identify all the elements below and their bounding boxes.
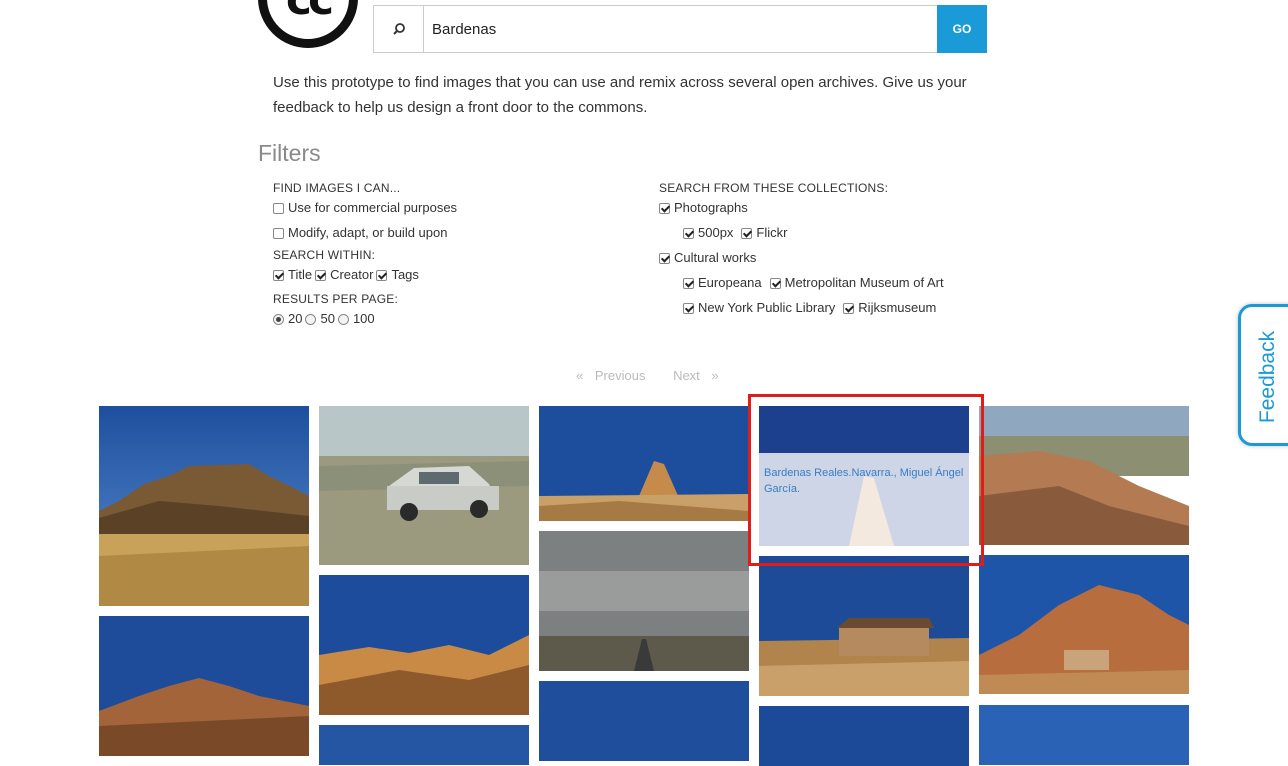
radio-100[interactable]: [337, 314, 349, 325]
creator-label: Creator: [330, 267, 374, 282]
result-image[interactable]: [539, 531, 749, 671]
photographs-label: Photographs: [674, 200, 748, 215]
result-image[interactable]: [319, 406, 529, 565]
radio-50[interactable]: [305, 314, 317, 325]
image-title-link[interactable]: Bardenas Reales.Navarra., Miguel Ángel G…: [764, 465, 964, 497]
previous-link[interactable]: Previous: [595, 368, 646, 383]
result-image-hovered[interactable]: Bardenas Reales.Navarra., Miguel Ángel G…: [759, 406, 969, 546]
go-button[interactable]: GO: [937, 5, 987, 53]
results-per-page-options: 20 50 100: [273, 311, 460, 336]
search-within-options: Title Creator Tags: [273, 267, 460, 291]
flickr-label: Flickr: [756, 225, 788, 240]
europeana-checkbox[interactable]: [683, 278, 694, 289]
search-bar: GO: [373, 5, 987, 53]
photographs-checkbox[interactable]: [659, 203, 670, 214]
collections-label: SEARCH FROM THESE COLLECTIONS:: [659, 181, 889, 195]
result-image[interactable]: [759, 706, 969, 766]
cc-logo[interactable]: cc: [258, 0, 358, 48]
title-checkbox[interactable]: [273, 270, 284, 281]
nypl-checkbox[interactable]: [683, 303, 694, 314]
nypl-label: New York Public Library: [698, 300, 836, 315]
creator-checkbox[interactable]: [315, 270, 327, 281]
radio-20-label: 20: [288, 311, 303, 326]
500px-label: 500px: [698, 225, 734, 240]
result-image[interactable]: [99, 406, 309, 606]
next-link[interactable]: Next: [673, 368, 700, 383]
image-info-overlay: Bardenas Reales.Navarra., Miguel Ángel G…: [759, 453, 969, 546]
result-image[interactable]: [979, 406, 1189, 545]
filter-photographs[interactable]: Photographs: [659, 200, 947, 225]
radio-50-label: 50: [320, 311, 335, 326]
filter-cultural-works[interactable]: Cultural works: [659, 250, 947, 275]
pagination: « Previous Next »: [576, 368, 719, 383]
500px-checkbox[interactable]: [683, 228, 694, 239]
commercial-checkbox[interactable]: [273, 203, 284, 214]
flickr-checkbox[interactable]: [741, 228, 753, 239]
filters-heading: Filters: [258, 140, 321, 166]
rijksmuseum-checkbox[interactable]: [843, 303, 855, 314]
met-museum-checkbox[interactable]: [769, 278, 781, 289]
cultural-sources-2: New York Public Library Rijksmuseum: [659, 300, 947, 325]
result-image[interactable]: [979, 705, 1189, 765]
search-icon[interactable]: [374, 6, 424, 52]
radio-100-label: 100: [352, 311, 375, 326]
photo-sources: 500px Flickr: [659, 225, 947, 250]
commercial-label: Use for commercial purposes: [288, 200, 458, 215]
filters-right-column: SEARCH FROM THESE COLLECTIONS: Photograp…: [659, 180, 947, 325]
result-image[interactable]: [979, 555, 1189, 694]
tags-checkbox[interactable]: [376, 270, 388, 281]
search-input[interactable]: [424, 6, 937, 52]
cultural-sources-1: Europeana Metropolitan Museum of Art: [659, 275, 947, 300]
result-image[interactable]: [99, 616, 309, 756]
feedback-tab[interactable]: Feedback: [1238, 304, 1288, 446]
prev-arrow: «: [576, 368, 584, 383]
title-label: Title: [288, 267, 313, 282]
result-image[interactable]: [319, 725, 529, 765]
logo-text: cc: [267, 0, 349, 25]
cultural-works-label: Cultural works: [674, 250, 757, 265]
results-per-page-label: RESULTS PER PAGE:: [273, 292, 398, 306]
modify-label: Modify, adapt, or build upon: [288, 225, 448, 240]
search-within-label: SEARCH WITHIN:: [273, 248, 376, 262]
result-image[interactable]: [539, 406, 749, 521]
result-image[interactable]: [539, 681, 749, 761]
tags-label: Tags: [391, 267, 419, 282]
find-images-label: FIND IMAGES I CAN...: [273, 181, 401, 195]
next-arrow: »: [711, 368, 719, 383]
filter-commercial[interactable]: Use for commercial purposes: [273, 200, 460, 225]
intro-text: Use this prototype to find images that y…: [273, 74, 967, 116]
cultural-works-checkbox[interactable]: [659, 253, 670, 264]
result-image[interactable]: [759, 556, 969, 696]
feedback-label: Feedback: [1256, 330, 1279, 424]
filters-left-column: FIND IMAGES I CAN... Use for commercial …: [273, 180, 460, 336]
modify-checkbox[interactable]: [273, 228, 284, 239]
met-museum-label: Metropolitan Museum of Art: [784, 275, 944, 290]
result-image[interactable]: [319, 575, 529, 715]
radio-20[interactable]: [273, 314, 284, 325]
europeana-label: Europeana: [698, 275, 762, 290]
rijksmuseum-label: Rijksmuseum: [858, 300, 937, 315]
